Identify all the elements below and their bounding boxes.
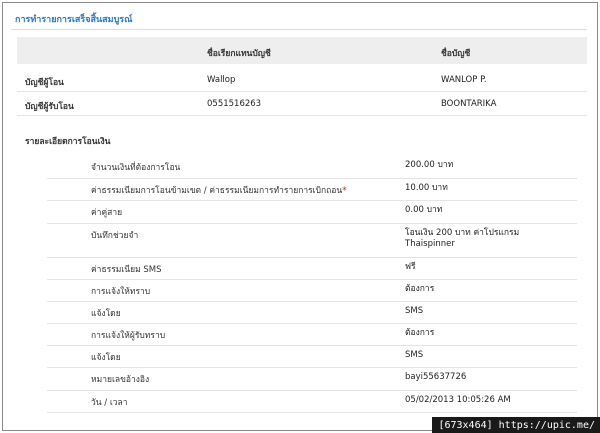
- account-row-sender: บัญชีผู้โอน Wallop WANLOP P.: [17, 68, 587, 92]
- account-row-label: บัญชีผู้โอน: [25, 78, 64, 88]
- detail-value: bayi55637726: [405, 372, 467, 382]
- account-name: BOONTARIKA: [441, 99, 497, 109]
- detail-row: แจ้งโดย SMS: [47, 346, 577, 368]
- detail-row: การแจ้งให้ผู้รับทราบ ต้องการ: [47, 324, 577, 346]
- detail-label: ค่าธรรมเนียม SMS: [91, 265, 162, 275]
- detail-row: บันทึกช่วยจำ โอนเงิน 200 บาท ค่าโปรแกรม T…: [47, 224, 577, 258]
- memo-line-2: Thaispinner: [405, 239, 455, 249]
- detail-row: หมายเลขอ้างอิง bayi55637726: [47, 368, 577, 391]
- transfer-details-table: จำนวนเงินที่ต้องการโอน 200.00 บาท ค่าธรร…: [47, 156, 577, 413]
- detail-label: หมายเลขอ้างอิง: [91, 375, 150, 385]
- header-account-name: ชื่อบัญชี: [441, 49, 471, 59]
- detail-value: SMS: [405, 350, 424, 360]
- detail-row: ค่าธรรมเนียม SMS ฟรี: [47, 258, 577, 280]
- detail-label: แจ้งโดย: [91, 309, 121, 319]
- detail-row: แจ้งโดย SMS: [47, 302, 577, 324]
- account-nickname: Wallop: [207, 75, 236, 85]
- detail-label: บันทึกช่วยจำ: [91, 231, 139, 241]
- account-nickname: 0551516263: [207, 99, 262, 109]
- memo-line-1: โอนเงิน 200 บาท ค่าโปรแกรม: [405, 228, 520, 238]
- page-title: การทำรายการเสร็จสิ้นสมบูรณ์: [15, 15, 133, 25]
- detail-value: 05/02/2013 10:05:26 AM: [405, 395, 511, 405]
- header-account-nickname: ชื่อเรียกแทนบัญชี: [207, 49, 271, 59]
- transfer-details-title: รายละเอียดการโอนเงิน: [25, 137, 111, 147]
- title-divider: [11, 29, 587, 30]
- detail-row: จำนวนเงินที่ต้องการโอน 200.00 บาท: [47, 156, 577, 179]
- detail-value: 200.00 บาท: [405, 160, 454, 170]
- receipt-panel: การทำรายการเสร็จสิ้นสมบูรณ์ ชื่อเรียกแทน…: [2, 2, 598, 431]
- accounts-table-header: ชื่อเรียกแทนบัญชี ชื่อบัญชี: [17, 37, 587, 64]
- detail-label: ค่าธรรมเนียมการโอนข้ามเขต / ค่าธรรมเนียม…: [91, 186, 347, 196]
- detail-row: วัน / เวลา 05/02/2013 10:05:26 AM: [47, 391, 577, 413]
- detail-row: ค่าคู่สาย 0.00 บาท: [47, 201, 577, 224]
- detail-label: การแจ้งให้ทราบ: [91, 287, 151, 297]
- account-name: WANLOP P.: [441, 75, 487, 85]
- detail-value: ฟรี: [405, 262, 416, 272]
- account-row-label: บัญชีผู้รับโอน: [25, 102, 74, 112]
- detail-value: ต้องการ: [405, 328, 435, 338]
- account-row-receiver: บัญชีผู้รับโอน 0551516263 BOONTARIKA: [17, 92, 587, 116]
- image-host-watermark: [673x464] https://upic.me/: [432, 417, 600, 433]
- detail-value: ต้องการ: [405, 284, 435, 294]
- detail-label: ค่าคู่สาย: [91, 208, 123, 218]
- detail-label: แจ้งโดย: [91, 353, 121, 363]
- detail-label: จำนวนเงินที่ต้องการโอน: [91, 163, 181, 173]
- detail-label: วัน / เวลา: [91, 398, 128, 408]
- detail-value: SMS: [405, 306, 424, 316]
- detail-value: โอนเงิน 200 บาท ค่าโปรแกรม Thaispinner: [405, 228, 519, 250]
- detail-value: 10.00 บาท: [405, 183, 448, 193]
- detail-row: ค่าธรรมเนียมการโอนข้ามเขต / ค่าธรรมเนียม…: [47, 179, 577, 201]
- detail-value: 0.00 บาท: [405, 205, 443, 215]
- required-mark: *: [342, 186, 347, 196]
- detail-label: การแจ้งให้ผู้รับทราบ: [91, 331, 166, 341]
- detail-row: การแจ้งให้ทราบ ต้องการ: [47, 280, 577, 302]
